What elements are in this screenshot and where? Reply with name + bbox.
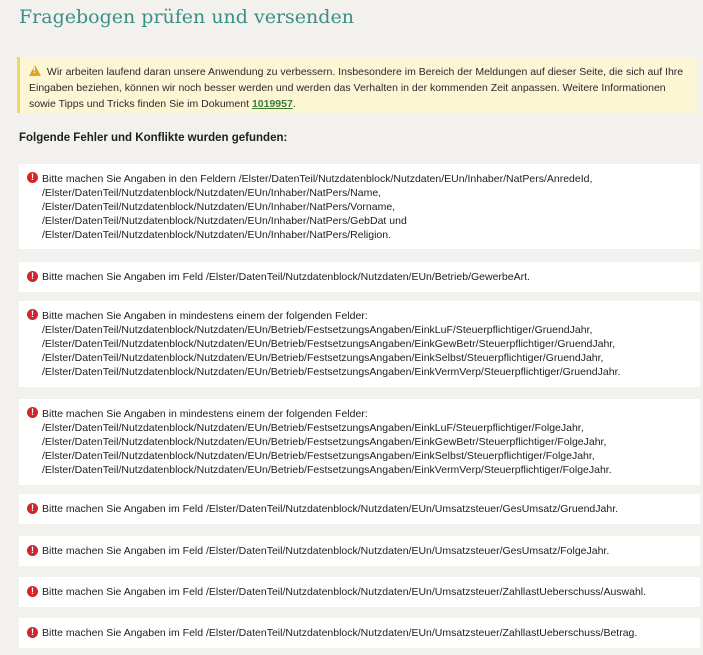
error-icon: ! bbox=[27, 586, 38, 597]
error-message-line: /Elster/DatenTeil/Nutzdatenblock/Nutzdat… bbox=[42, 215, 407, 227]
error-message-line: Bitte machen Sie Angaben im Feld /Elster… bbox=[42, 503, 619, 515]
error-message-line: /Elster/DatenTeil/Nutzdatenblock/Nutzdat… bbox=[42, 422, 584, 434]
notice-text-end: . bbox=[292, 98, 296, 110]
error-message-line: Bitte machen Sie Angaben im Feld /Elster… bbox=[42, 627, 638, 639]
error-icon: ! bbox=[27, 271, 38, 282]
error-message-line: /Elster/DatenTeil/Nutzdatenblock/Nutzdat… bbox=[42, 450, 595, 462]
notice-text: Wir arbeiten laufend daran unsere Anwend… bbox=[29, 66, 684, 110]
error-icon: ! bbox=[27, 627, 38, 638]
error-item: ! Bitte machen Sie Angaben im Feld /Elste… bbox=[19, 618, 700, 648]
page-title: Fragebogen prüfen und versenden bbox=[19, 6, 354, 28]
error-item: ! Bitte machen Sie Angaben im Feld /Elste… bbox=[19, 577, 700, 607]
error-message-line: /Elster/DatenTeil/Nutzdatenblock/Nutzdat… bbox=[42, 187, 382, 199]
document-link[interactable]: 1019957 bbox=[252, 98, 293, 110]
error-message-line: /Elster/DatenTeil/Nutzdatenblock/Nutzdat… bbox=[42, 338, 616, 350]
errors-heading: Folgende Fehler und Konflikte wurden gef… bbox=[19, 132, 288, 144]
error-message-line: Bitte machen Sie Angaben in mindestens e… bbox=[42, 408, 368, 420]
error-item: ! Bitte machen Sie Angaben im Feld /Elste… bbox=[19, 262, 700, 292]
error-item: ! Bitte machen Sie Angaben in mindestens … bbox=[19, 399, 700, 485]
error-message-line: /Elster/DatenTeil/Nutzdatenblock/Nutzdat… bbox=[42, 366, 621, 378]
error-message-line: Bitte machen Sie Angaben im Feld /Elster… bbox=[42, 586, 647, 598]
error-item: ! Bitte machen Sie Angaben im Feld /Elste… bbox=[19, 536, 700, 566]
error-item: ! Bitte machen Sie Angaben in den Feldern… bbox=[19, 164, 700, 249]
error-message-line: /Elster/DatenTeil/Nutzdatenblock/Nutzdat… bbox=[42, 464, 612, 476]
error-message-line: Bitte machen Sie Angaben im Feld /Elster… bbox=[42, 271, 530, 283]
info-notice: Wir arbeiten laufend daran unsere Anwend… bbox=[17, 57, 697, 113]
warning-icon bbox=[29, 65, 41, 76]
error-icon: ! bbox=[27, 407, 38, 418]
error-message-line: /Elster/DatenTeil/Nutzdatenblock/Nutzdat… bbox=[42, 324, 593, 336]
error-item: ! Bitte machen Sie Angaben in mindestens … bbox=[19, 301, 700, 387]
error-message-line: /Elster/DatenTeil/Nutzdatenblock/Nutzdat… bbox=[42, 229, 392, 241]
page: Fragebogen prüfen und versenden Wir arbe… bbox=[0, 0, 703, 655]
error-message-line: /Elster/DatenTeil/Nutzdatenblock/Nutzdat… bbox=[42, 436, 607, 448]
error-message-line: Bitte machen Sie Angaben in mindestens e… bbox=[42, 310, 368, 322]
error-icon: ! bbox=[27, 503, 38, 514]
error-message-line: /Elster/DatenTeil/Nutzdatenblock/Nutzdat… bbox=[42, 201, 396, 213]
error-item: ! Bitte machen Sie Angaben im Feld /Elste… bbox=[19, 494, 700, 524]
error-icon: ! bbox=[27, 545, 38, 556]
error-icon: ! bbox=[27, 172, 38, 183]
error-icon: ! bbox=[27, 309, 38, 320]
error-message-line: Bitte machen Sie Angaben im Feld /Elster… bbox=[42, 545, 610, 557]
error-message-line: /Elster/DatenTeil/Nutzdatenblock/Nutzdat… bbox=[42, 352, 604, 364]
error-message-line: Bitte machen Sie Angaben in den Feldern … bbox=[42, 173, 593, 185]
